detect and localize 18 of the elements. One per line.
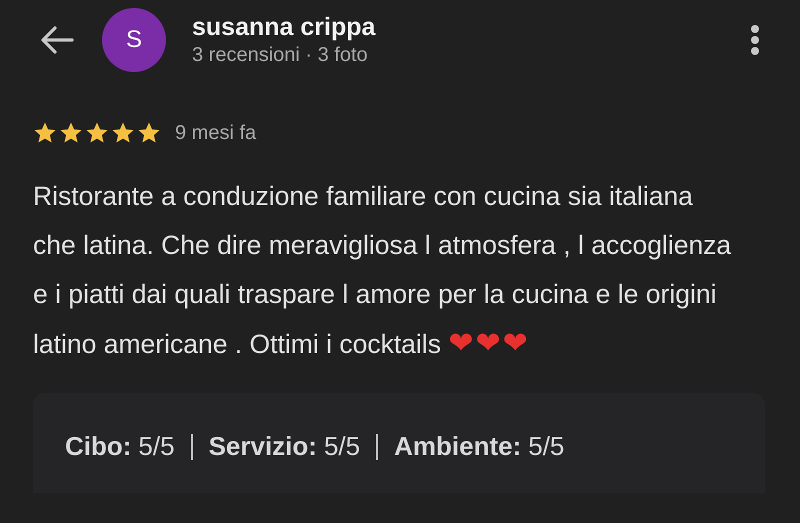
- star-icon: [137, 121, 161, 145]
- rating-value: 5/5: [324, 430, 360, 463]
- more-options-icon[interactable]: [750, 25, 760, 55]
- back-arrow-icon[interactable]: [40, 26, 74, 54]
- review-time: 9 mesi fa: [175, 121, 256, 146]
- reviewer-stats: 3 recensioni · 3 foto: [192, 43, 368, 68]
- rating-label: Cibo:: [65, 430, 132, 463]
- star-icon: [85, 121, 109, 145]
- avatar[interactable]: S: [102, 8, 166, 72]
- star-icon: [33, 121, 57, 145]
- rating-label: Ambiente:: [394, 430, 522, 463]
- rating-value: 5/5: [528, 430, 564, 463]
- rating-label: Servizio:: [208, 430, 317, 463]
- star-icon: [59, 121, 83, 145]
- reviewer-name[interactable]: susanna crippa: [192, 12, 376, 42]
- star-icon: [111, 121, 135, 145]
- rating-value: 5/5: [138, 430, 175, 463]
- review-text: Ristorante a conduzione familiare con cucina sia italiana che latina. Che dire meravigliosa l atmosfera , l accoglienza e i piatti dai quali traspare l amore per la cucina e le origini latino americane . Ottimi i cocktails ❤❤❤: [33, 181, 732, 359]
